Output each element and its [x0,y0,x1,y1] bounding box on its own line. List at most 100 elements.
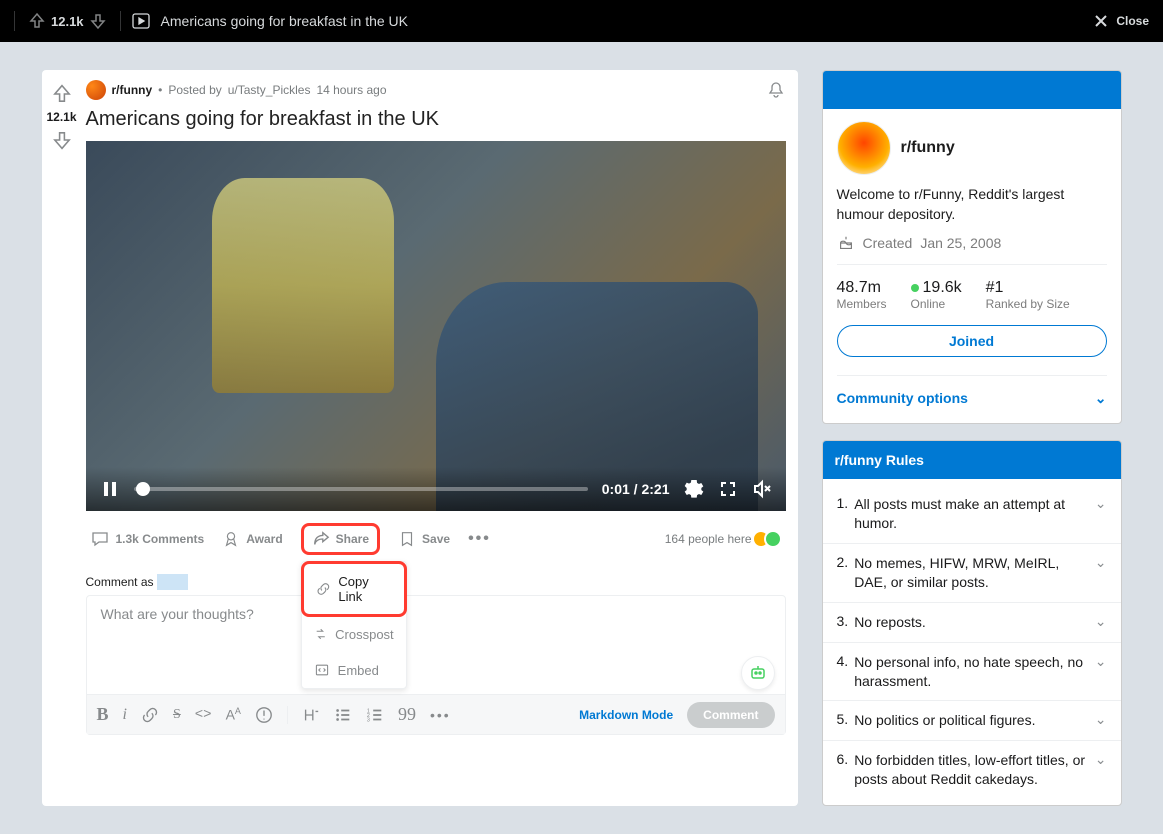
comment-editor[interactable]: What are your thoughts? B i S <> AA 123 [86,595,786,735]
community-name[interactable]: r/funny [901,139,955,157]
joined-button[interactable]: Joined [837,325,1107,357]
rule-item[interactable]: 6.No forbidden titles, low-effort titles… [823,741,1121,799]
time-total: 2:21 [641,481,669,497]
rule-item[interactable]: 1. All posts must make an attempt at humo… [823,485,1121,544]
community-options-toggle[interactable]: Community options ⌄ [837,375,1107,411]
post-body: r/funny • Posted by u/Tasty_Pickles 14 h… [82,70,798,806]
video-controls: 0:01 / 2:21 [86,467,786,511]
rule-text: All posts must make an attempt at humor. [854,495,1089,533]
video-player[interactable]: 0:01 / 2:21 [86,141,786,511]
subreddit-avatar[interactable] [86,80,106,100]
stat-members: 48.7m Members [837,279,887,311]
code-button[interactable]: <> [195,707,212,723]
post-time: 14 hours ago [316,83,386,97]
award-button[interactable]: Award [222,530,282,548]
submit-comment-button[interactable]: Comment [687,702,774,728]
progress-thumb[interactable] [136,482,150,496]
post-meta-row: r/funny • Posted by u/Tasty_Pickles 14 h… [86,80,786,100]
rule-text: No politics or political figures. [854,711,1089,730]
community-avatar[interactable] [837,121,891,175]
editor-toolbar: B i S <> AA 123 99 ••• Markdown Mode Com… [87,694,785,734]
content-wrap: 12.1k r/funny • Posted by u/Tasty_Pickle… [42,42,1122,834]
about-card-header [823,71,1121,109]
close-button[interactable]: Close [1092,12,1149,30]
number-list-icon[interactable]: 123 [366,706,384,724]
topbar-vote-cluster: 12.1k [14,11,121,31]
more-actions-button[interactable]: ••• [468,530,491,548]
chevron-down-icon: ⌄ [1095,495,1107,512]
rule-item[interactable]: 4.No personal info, no hate speech, no h… [823,643,1121,702]
about-community-card: r/funny Welcome to r/Funny, Reddit's lar… [822,70,1122,424]
crosspost-item[interactable]: Crosspost [302,616,406,652]
stat-online: 19.6k Online [911,279,962,311]
superscript-button[interactable]: AA [226,706,241,723]
online-value: 19.6k [923,279,962,296]
link-icon [316,581,331,597]
share-icon [312,530,330,548]
share-button[interactable]: Share [301,523,380,555]
notify-bell-button[interactable] [766,80,786,100]
created-prefix: Created [863,235,913,251]
progress-bar[interactable] [134,487,588,491]
markdown-mode-toggle[interactable]: Markdown Mode [579,708,673,722]
comments-label: 1.3k Comments [116,532,205,546]
downvote-icon[interactable] [50,128,74,152]
downvote-icon[interactable] [88,11,108,31]
italic-button[interactable]: i [123,706,127,724]
heading-button-icon[interactable] [302,706,320,724]
chevron-down-icon: ⌄ [1095,653,1107,670]
topbar-left: 12.1k Americans going for breakfast in t… [14,11,408,31]
toolbar-more-button[interactable]: ••• [430,707,451,723]
bullet-list-icon[interactable] [334,706,352,724]
link-button-icon[interactable] [141,706,159,724]
subreddit-link[interactable]: r/funny [112,83,153,97]
bold-button[interactable]: B [97,704,109,725]
sidebar: r/funny Welcome to r/Funny, Reddit's lar… [822,70,1122,806]
comments-button[interactable]: 1.3k Comments [90,529,205,549]
rule-number: 1. [837,495,849,511]
author-link[interactable]: u/Tasty_Pickles [228,83,311,97]
comment-as-user[interactable] [157,574,188,590]
bookmark-icon [398,530,416,548]
rule-number: 5. [837,711,849,727]
viewers-text: 164 people here [665,532,752,546]
upvote-icon[interactable] [27,11,47,31]
video-time: 0:01 / 2:21 [602,481,670,497]
strike-button[interactable]: S [173,707,181,723]
copy-link-item[interactable]: Copy Link [301,561,407,617]
rule-item[interactable]: 5.No politics or political figures.⌄ [823,701,1121,741]
topbar-score: 12.1k [51,14,84,29]
rule-item[interactable]: 2.No memes, HIFW, MRW, MeIRL, DAE, or si… [823,544,1121,603]
copy-link-label: Copy Link [338,574,391,604]
save-button[interactable]: Save [398,530,450,548]
rule-text: No personal info, no hate speech, no har… [854,653,1089,691]
embed-item[interactable]: Embed [302,652,406,688]
cake-icon [837,234,855,252]
upvote-icon[interactable] [50,82,74,106]
share-menu: Copy Link Crosspost Embed [301,561,407,689]
toolbar-separator [287,706,288,724]
rank-value: #1 [986,279,1070,297]
viewers-indicator: 164 people here [665,530,782,548]
post-vote-column: 12.1k [42,70,82,806]
pause-icon[interactable] [100,479,120,499]
post-card: 12.1k r/funny • Posted by u/Tasty_Pickle… [42,70,798,806]
bell-icon [766,80,786,100]
settings-gear-icon[interactable] [684,479,704,499]
editor-placeholder: What are your thoughts? [87,596,785,632]
save-label: Save [422,532,450,546]
close-icon [1092,12,1110,30]
created-date: Jan 25, 2008 [920,235,1001,251]
embed-icon [314,662,330,678]
community-created: Created Jan 25, 2008 [837,234,1107,252]
rule-item[interactable]: 3.No reposts.⌄ [823,603,1121,643]
about-header: r/funny [837,121,1107,175]
award-icon [222,530,240,548]
editor-emoji-fab[interactable] [741,656,775,690]
meta-dot: • [158,83,162,97]
quote-button[interactable]: 99 [398,704,416,725]
share-label: Share [336,532,369,546]
spoiler-button-icon[interactable] [255,706,273,724]
volume-muted-icon[interactable] [752,479,772,499]
fullscreen-icon[interactable] [718,479,738,499]
